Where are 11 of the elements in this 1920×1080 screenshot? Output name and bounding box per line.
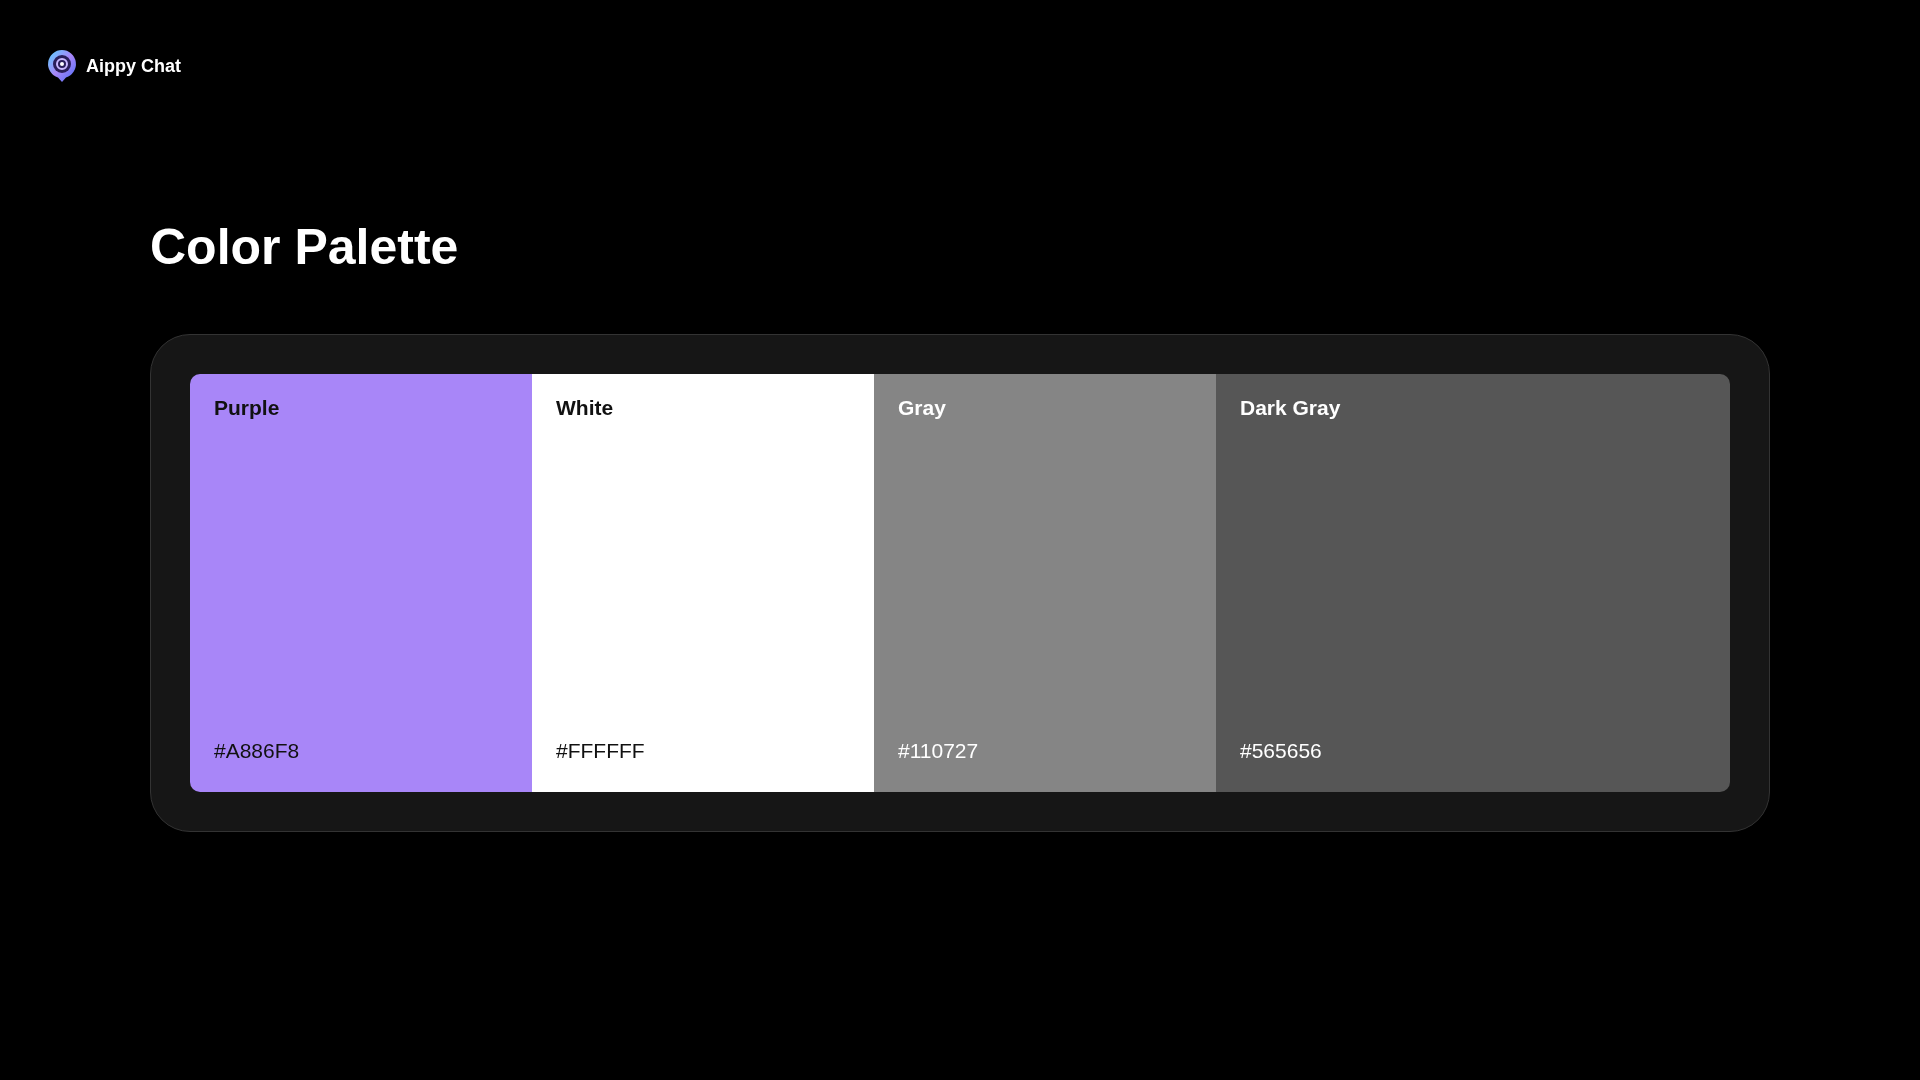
swatch-name: White xyxy=(556,395,614,421)
page-title: Color Palette xyxy=(150,222,459,272)
swatch-hex-code: #565656 xyxy=(1240,737,1322,764)
swatch-name: Dark Gray xyxy=(1240,395,1341,421)
swatch-hex-code: #FFFFFF xyxy=(556,737,645,764)
swatch-hex-code: #A886F8 xyxy=(214,737,300,764)
swatch-name: Purple xyxy=(214,395,280,421)
swatch-name: Gray xyxy=(898,395,946,421)
swatch-hex-code: #110727 xyxy=(898,737,979,764)
logo-icon xyxy=(46,48,78,84)
brand-name: Aippy Chat xyxy=(86,54,181,78)
